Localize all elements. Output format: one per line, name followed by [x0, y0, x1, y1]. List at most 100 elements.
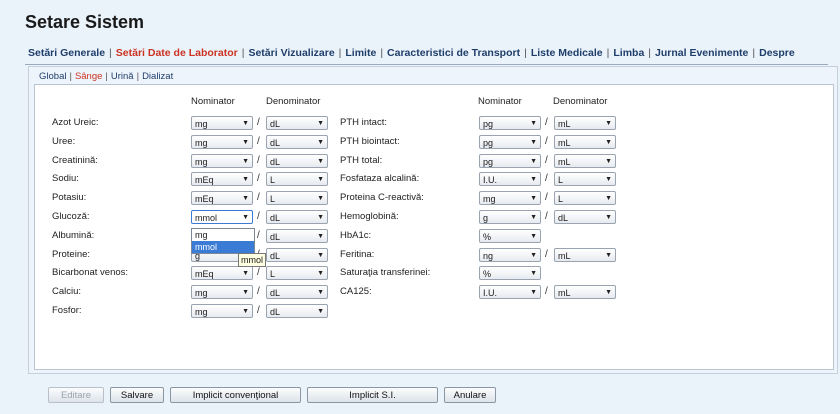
nominator-select-potasiu[interactable]: mEq ▼ [191, 191, 253, 205]
tab-setari-date-de-laborator[interactable]: Setări Date de Laborator [113, 47, 241, 59]
label-hemoglobina: Hemoglobină: [340, 211, 399, 222]
subtab-dializat[interactable]: Dializat [139, 71, 176, 82]
denominator-select-feritina[interactable]: mL ▼ [554, 248, 616, 262]
tab-setari-vizualizare[interactable]: Setări Vizualizare [245, 47, 337, 59]
tab-limba[interactable]: Limba [610, 47, 647, 59]
slash-separator: / [545, 211, 548, 222]
tab-limite[interactable]: Limite [342, 47, 379, 59]
label-ca125: CA125: [340, 286, 372, 297]
cancel-button-label: Anulare [453, 390, 487, 401]
slash-separator: / [257, 173, 260, 184]
dropdown-arrow-icon: ▼ [530, 158, 537, 165]
denominator-select-proteine-value: dL [270, 251, 281, 261]
dropdown-arrow-icon: ▼ [530, 270, 537, 277]
units-form [34, 84, 834, 370]
cancel-button[interactable]: Anulare [444, 387, 496, 403]
denominator-select-ca125[interactable]: mL ▼ [554, 285, 616, 299]
nominator-select-sodiu[interactable]: mEq ▼ [191, 172, 253, 186]
denominator-select-glucoza[interactable]: dL ▼ [266, 210, 328, 224]
denominator-select-pth-biointact-value: mL [558, 138, 571, 148]
denominator-select-fosfataza-alcalina[interactable]: L ▼ [554, 172, 616, 186]
nominator-select-proteina-c-reactiva[interactable]: mg ▼ [479, 191, 541, 205]
denominator-select-hemoglobina-value: dL [558, 213, 569, 223]
edit-button[interactable]: Editare [48, 387, 104, 403]
denominator-select-fosfor-value: dL [270, 307, 281, 317]
dropdown-arrow-icon: ▼ [242, 214, 249, 221]
tab-despre[interactable]: Despre [756, 47, 798, 59]
dropdown-arrow-icon: ▼ [317, 289, 324, 296]
dropdown-option-mg[interactable]: mg [192, 229, 254, 241]
nominator-select-fosfor[interactable]: mg ▼ [191, 304, 253, 318]
dropdown-arrow-icon: ▼ [317, 233, 324, 240]
denominator-select-pth-biointact[interactable]: mL ▼ [554, 135, 616, 149]
nominator-select-pth-total[interactable]: pg ▼ [479, 154, 541, 168]
denominator-select-proteina-c-reactiva[interactable]: L ▼ [554, 191, 616, 205]
denominator-select-potasiu[interactable]: L ▼ [266, 191, 328, 205]
denominator-select-albumina[interactable]: dL ▼ [266, 229, 328, 243]
dropdown-arrow-icon: ▼ [317, 195, 324, 202]
nominator-select-pth-intact[interactable]: pg ▼ [479, 116, 541, 130]
nominator-select-glucoza[interactable]: mmol ▼ [191, 210, 253, 224]
dropdown-arrow-icon: ▼ [530, 289, 537, 296]
edit-button-label: Editare [60, 390, 92, 401]
default-conventional-button[interactable]: Implicit convenţional [170, 387, 301, 403]
slash-separator: / [257, 117, 260, 128]
dropdown-arrow-icon: ▼ [242, 270, 249, 277]
slash-separator: / [545, 286, 548, 297]
slash-separator: / [545, 249, 548, 260]
denominator-select-proteine[interactable]: dL ▼ [266, 248, 328, 262]
nominator-select-ca125-value: I.U. [483, 288, 498, 298]
tab-jurnal-evenimente[interactable]: Jurnal Evenimente [652, 47, 751, 59]
label-uree: Uree: [52, 136, 76, 147]
denominator-select-pth-total[interactable]: mL ▼ [554, 154, 616, 168]
nominator-select-pth-total-value: pg [483, 157, 494, 167]
nominator-select-calciu[interactable]: mg ▼ [191, 285, 253, 299]
denominator-select-calciu[interactable]: dL ▼ [266, 285, 328, 299]
denominator-select-ca125-value: mL [558, 288, 571, 298]
label-fosfataza-alcalina: Fosfataza alcalină: [340, 173, 420, 184]
tab-liste-medicale[interactable]: Liste Medicale [528, 47, 606, 59]
slash-separator: / [257, 192, 260, 203]
nominator-select-feritina[interactable]: ng ▼ [479, 248, 541, 262]
denominator-select-sodiu[interactable]: L ▼ [266, 172, 328, 186]
default-si-button[interactable]: Implicit S.I. [307, 387, 438, 403]
dropdown-arrow-icon: ▼ [605, 252, 612, 259]
nominator-select-pth-intact-value: pg [483, 119, 494, 129]
nominator-select-pth-biointact[interactable]: pg ▼ [479, 135, 541, 149]
denominator-select-hemoglobina[interactable]: dL ▼ [554, 210, 616, 224]
denominator-select-creatinina[interactable]: dL ▼ [266, 154, 328, 168]
nominator-select-bicarbonat-venos[interactable]: mEq ▼ [191, 266, 253, 280]
nominator-select-bicarbonat-venos-value: mEq [195, 269, 214, 279]
subtab-global[interactable]: Global [36, 71, 69, 82]
dropdown-arrow-icon: ▼ [242, 195, 249, 202]
nominator-dropdown-list[interactable]: mg mmol [191, 228, 255, 254]
nominator-select-fosfataza-alcalina[interactable]: I.U. ▼ [479, 172, 541, 186]
denominator-select-pth-intact-value: mL [558, 119, 571, 129]
nominator-select-ca125[interactable]: I.U. ▼ [479, 285, 541, 299]
nominator-select-hba1c[interactable]: % ▼ [479, 229, 541, 243]
dropdown-arrow-icon: ▼ [605, 214, 612, 221]
slash-separator: / [257, 305, 260, 316]
label-pth-intact: PTH intact: [340, 117, 387, 128]
nominator-select-hemoglobina[interactable]: g ▼ [479, 210, 541, 224]
label-glucoza: Glucoză: [52, 211, 90, 222]
dropdown-option-mmol[interactable]: mmol [192, 241, 254, 253]
denominator-select-feritina-value: mL [558, 251, 571, 261]
nominator-select-creatinina[interactable]: mg ▼ [191, 154, 253, 168]
subtab-sange[interactable]: Sânge [72, 71, 105, 82]
dropdown-arrow-icon: ▼ [317, 214, 324, 221]
save-button[interactable]: Salvare [110, 387, 164, 403]
denominator-select-uree[interactable]: dL ▼ [266, 135, 328, 149]
tab-caracteristici-de-transport[interactable]: Caracteristici de Transport [384, 47, 523, 59]
denominator-select-azot-ureic[interactable]: dL ▼ [266, 116, 328, 130]
denominator-select-bicarbonat-venos[interactable]: L ▼ [266, 266, 328, 280]
nominator-select-azot-ureic[interactable]: mg ▼ [191, 116, 253, 130]
tab-setari-generale[interactable]: Setări Generale [25, 47, 108, 59]
subtab-urina[interactable]: Urină [108, 71, 137, 82]
denominator-select-pth-total-value: mL [558, 157, 571, 167]
denominator-select-azot-ureic-value: dL [270, 119, 281, 129]
nominator-select-uree[interactable]: mg ▼ [191, 135, 253, 149]
denominator-select-fosfor[interactable]: dL ▼ [266, 304, 328, 318]
nominator-select-saturatia-transferinei[interactable]: % ▼ [479, 266, 541, 280]
denominator-select-pth-intact[interactable]: mL ▼ [554, 116, 616, 130]
